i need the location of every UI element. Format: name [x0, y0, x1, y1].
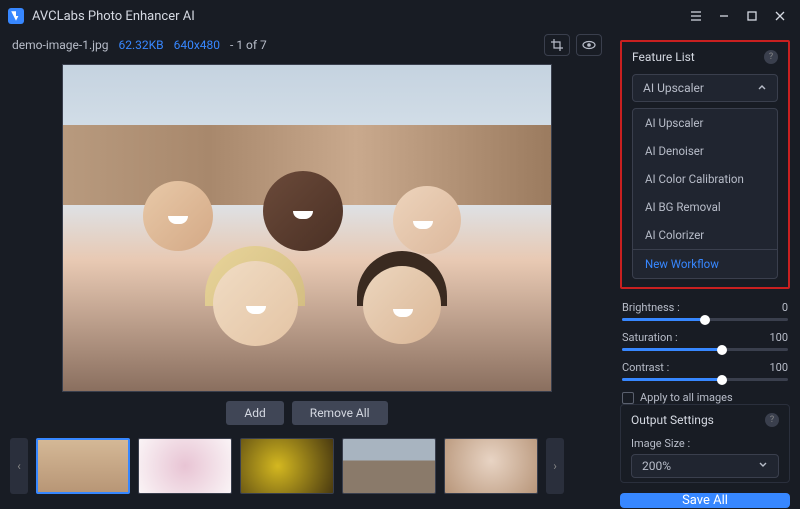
file-name: demo-image-1.jpg	[12, 38, 108, 52]
app-title: AVCLabs Photo Enhancer AI	[32, 9, 195, 24]
chevron-up-icon	[757, 81, 767, 95]
output-header: Output Settings ?	[631, 413, 779, 427]
chevron-down-icon	[758, 459, 768, 473]
feature-title: Feature List	[632, 50, 695, 64]
feature-selected: AI Upscaler	[643, 81, 704, 95]
brightness-slider[interactable]	[622, 318, 788, 321]
left-panel: demo-image-1.jpg 62.32KB 640x480 - 1 of …	[0, 32, 614, 509]
feature-header: Feature List ?	[632, 50, 778, 64]
thumbnail-4[interactable]	[342, 438, 436, 494]
adjust-section: Brightness : 0 Saturation : 100 Contrast :…	[620, 301, 790, 404]
titlebar: AVCLabs Photo Enhancer AI	[0, 0, 800, 32]
image-size-select[interactable]: 200%	[631, 454, 779, 478]
feature-option-new-workflow[interactable]: New Workflow	[633, 249, 777, 278]
contrast-label: Contrast :	[622, 361, 669, 374]
help-icon[interactable]: ?	[765, 413, 779, 427]
output-title: Output Settings	[631, 413, 714, 427]
file-dimensions: 640x480	[174, 38, 220, 52]
apply-all-row: Apply to all images	[622, 391, 788, 404]
file-index: - 1 of 7	[230, 38, 267, 52]
app-logo	[8, 8, 24, 24]
help-icon[interactable]: ?	[764, 50, 778, 64]
menu-button[interactable]	[684, 4, 708, 28]
contrast-value: 100	[769, 361, 788, 374]
apply-all-label: Apply to all images	[640, 391, 733, 404]
brightness-value: 0	[782, 301, 788, 314]
feature-option-upscaler[interactable]: AI Upscaler	[633, 109, 777, 137]
contrast-slider[interactable]	[622, 378, 788, 381]
maximize-button[interactable]	[740, 4, 764, 28]
thumbnails-next[interactable]: ›	[546, 438, 564, 494]
preview-image[interactable]	[62, 64, 552, 392]
thumbnail-3[interactable]	[240, 438, 334, 494]
saturation-row: Saturation : 100	[622, 331, 788, 351]
feature-dropdown: AI Upscaler AI Denoiser AI Color Calibra…	[632, 108, 778, 279]
feature-option-bg-removal[interactable]: AI BG Removal	[633, 193, 777, 221]
feature-list-section: Feature List ? AI Upscaler AI Upscaler A…	[620, 40, 790, 289]
titlebar-controls	[684, 4, 792, 28]
feature-select[interactable]: AI Upscaler	[632, 74, 778, 102]
thumbnails-prev[interactable]: ‹	[10, 438, 28, 494]
output-settings-section: Output Settings ? Image Size : 200%	[620, 404, 790, 483]
saturation-label: Saturation :	[622, 331, 678, 344]
file-size: 62.32KB	[118, 38, 163, 52]
thumbnail-strip: ‹ ›	[10, 428, 604, 504]
image-size-label: Image Size :	[631, 437, 779, 450]
close-button[interactable]	[768, 4, 792, 28]
thumbnail-2[interactable]	[138, 438, 232, 494]
preview-toggle-button[interactable]	[576, 34, 602, 56]
feature-option-colorizer[interactable]: AI Colorizer	[633, 221, 777, 249]
saturation-slider[interactable]	[622, 348, 788, 351]
remove-all-button[interactable]: Remove All	[292, 401, 388, 425]
minimize-button[interactable]	[712, 4, 736, 28]
preview-tools	[544, 34, 602, 56]
thumbnail-1[interactable]	[36, 438, 130, 494]
add-button[interactable]: Add	[226, 401, 283, 425]
feature-option-color-calibration[interactable]: AI Color Calibration	[633, 165, 777, 193]
brightness-row: Brightness : 0	[622, 301, 788, 321]
save-all-button[interactable]: Save All	[620, 493, 790, 508]
list-actions: Add Remove All	[10, 398, 604, 428]
thumbnail-5[interactable]	[444, 438, 538, 494]
image-size-value: 200%	[642, 459, 671, 473]
file-info: demo-image-1.jpg 62.32KB 640x480 - 1 of …	[10, 32, 604, 58]
right-panel: Feature List ? AI Upscaler AI Upscaler A…	[614, 32, 800, 509]
main-content: demo-image-1.jpg 62.32KB 640x480 - 1 of …	[0, 32, 800, 509]
apply-all-checkbox[interactable]	[622, 392, 634, 404]
feature-option-denoiser[interactable]: AI Denoiser	[633, 137, 777, 165]
saturation-value: 100	[769, 331, 788, 344]
contrast-row: Contrast : 100	[622, 361, 788, 381]
crop-button[interactable]	[544, 34, 570, 56]
brightness-label: Brightness :	[622, 301, 680, 314]
titlebar-left: AVCLabs Photo Enhancer AI	[8, 8, 195, 24]
preview-area	[10, 58, 604, 398]
